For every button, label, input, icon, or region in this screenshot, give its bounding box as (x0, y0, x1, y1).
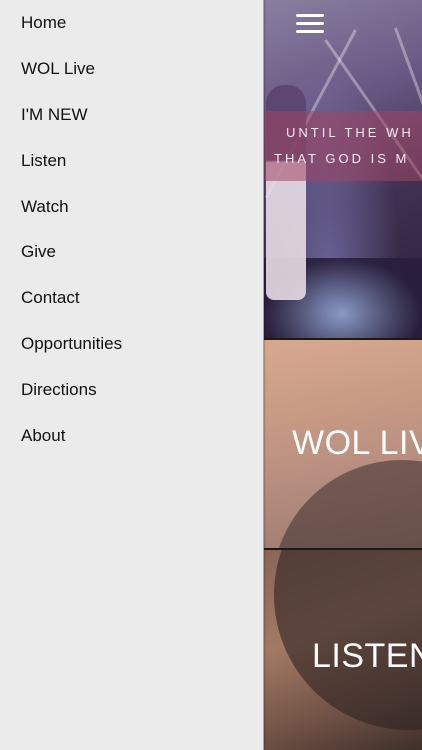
hamburger-menu-icon[interactable] (296, 14, 324, 34)
menu-item-contact[interactable]: Contact (21, 288, 80, 308)
listen-tile[interactable]: LISTEN (264, 550, 422, 750)
tile-overlay-circle (272, 460, 422, 548)
wol-live-label: WOL LIVE (292, 424, 422, 462)
menu-item-im-new[interactable]: I'M NEW (21, 105, 88, 125)
menu-item-about[interactable]: About (21, 426, 65, 446)
main-content: UNTIL THE WH THAT GOD IS M WOL LIVE LIST… (264, 0, 422, 750)
menu-item-watch[interactable]: Watch (21, 197, 69, 217)
hero-banner[interactable]: UNTIL THE WH THAT GOD IS M (264, 0, 422, 338)
wol-live-tile[interactable]: WOL LIVE (264, 340, 422, 548)
menu-item-directions[interactable]: Directions (21, 380, 97, 400)
hero-text-line-1: UNTIL THE WH (286, 125, 414, 140)
listen-label: LISTEN (312, 637, 422, 675)
hero-text-banner: UNTIL THE WH THAT GOD IS M (264, 111, 422, 181)
menu-item-home[interactable]: Home (21, 13, 66, 33)
menu-item-opportunities[interactable]: Opportunities (21, 334, 122, 354)
menu-item-listen[interactable]: Listen (21, 151, 66, 171)
menu-item-give[interactable]: Give (21, 242, 56, 262)
menu-item-wol-live[interactable]: WOL Live (21, 59, 95, 79)
navigation-drawer: Home WOL Live I'M NEW Listen Watch Give … (0, 0, 264, 750)
drawer-edge-shadow (263, 0, 266, 750)
hero-text-line-2: THAT GOD IS M (274, 151, 410, 166)
